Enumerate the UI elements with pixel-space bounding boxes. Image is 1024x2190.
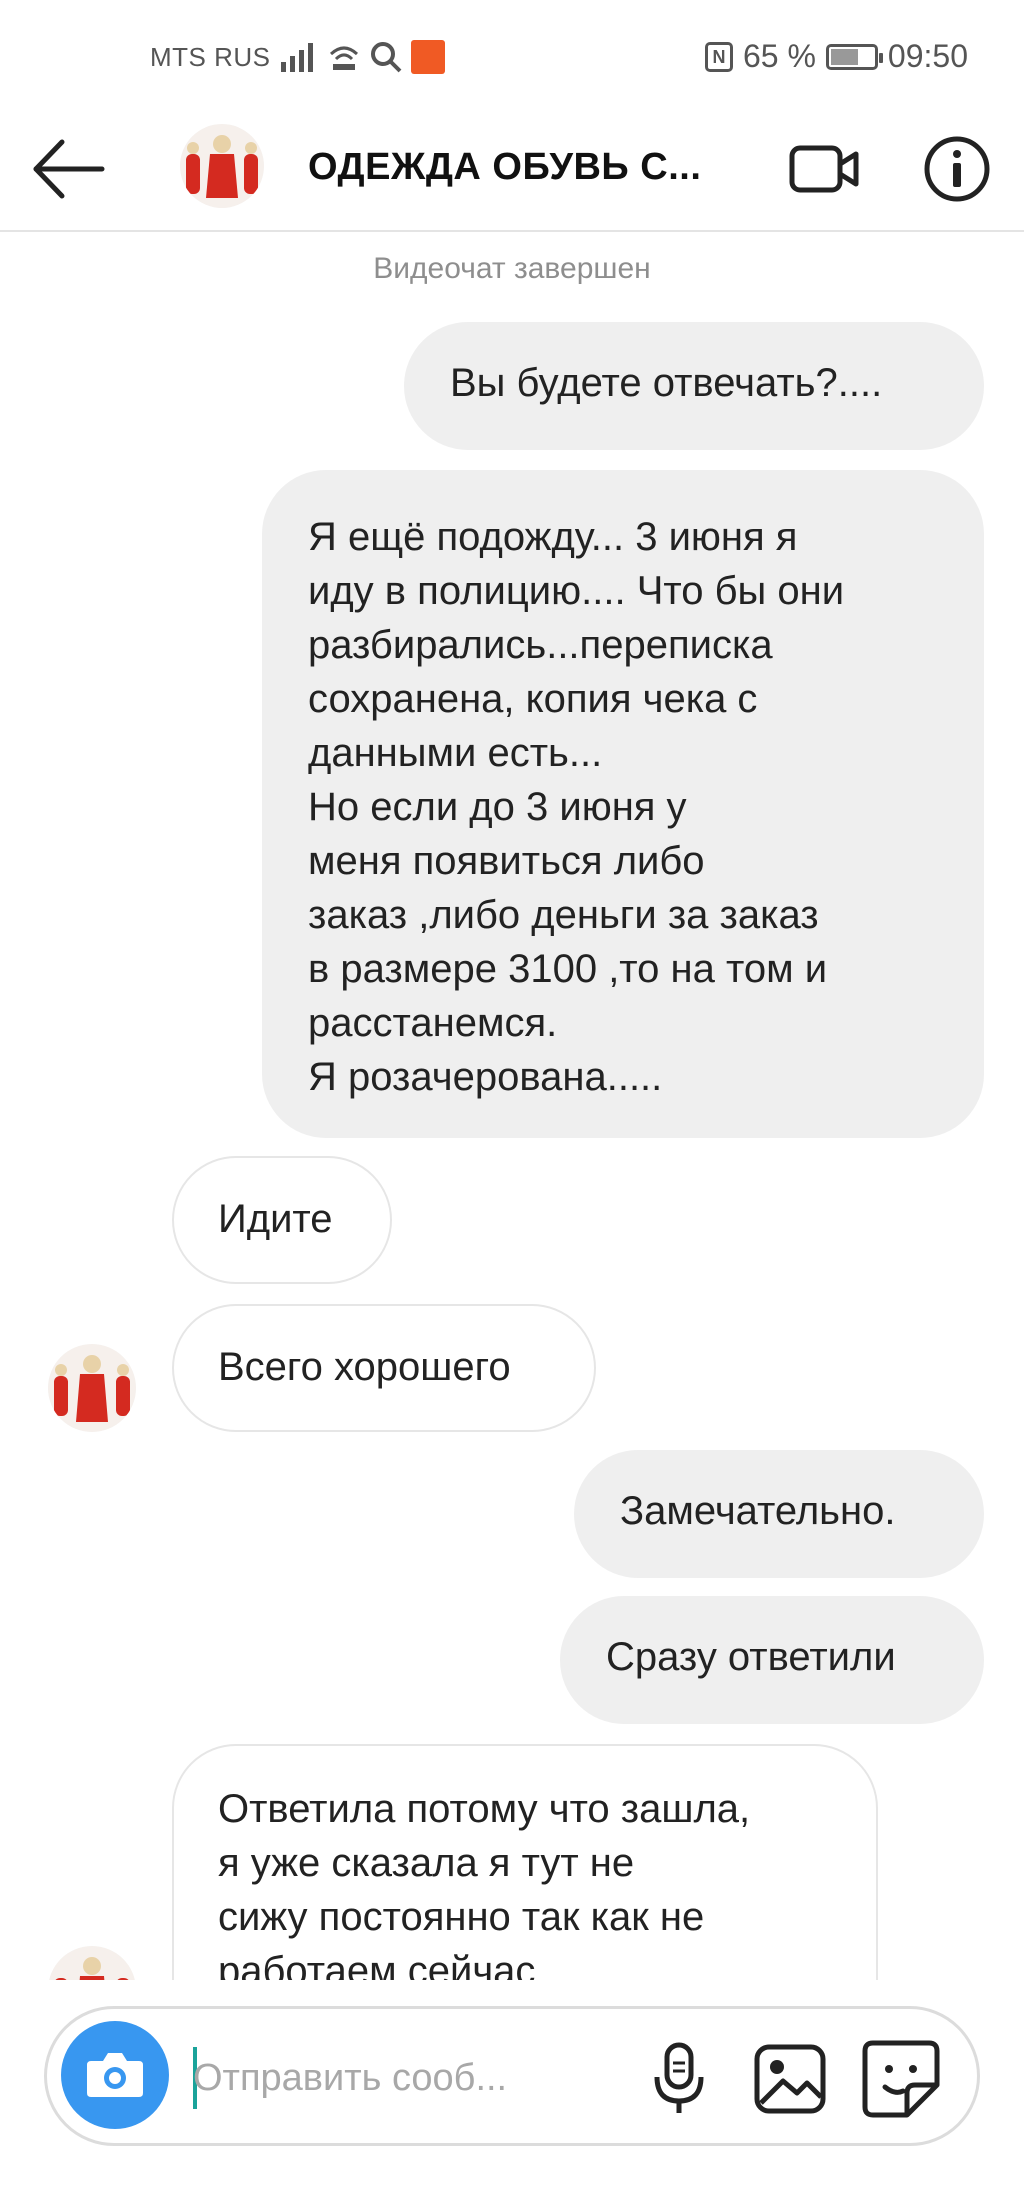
sender-avatar[interactable] <box>48 1344 136 1432</box>
message-line: иду в полицию.... Что бы они <box>308 569 845 613</box>
camera-button[interactable] <box>61 2021 169 2129</box>
message-bubble-outgoing[interactable]: Я ещё подожду... 3 июня я иду в полицию.… <box>262 470 984 1138</box>
message-line: работаем сейчас <box>218 1949 536 1980</box>
message-line: Я ещё подожду... 3 июня я <box>308 515 798 559</box>
clock: 09:50 <box>887 38 968 74</box>
message-line: расстанемся. <box>308 1001 558 1045</box>
message-line: Но если до 3 июня у <box>308 785 687 829</box>
message-line: разбирались...переписка <box>308 623 773 667</box>
search-icon <box>370 42 401 73</box>
message-thread[interactable]: Видеочат завершен Вы будете отвечать?...… <box>0 232 1024 1980</box>
nfc-icon: N <box>704 41 733 72</box>
message-bubble-outgoing[interactable]: Замечательно. <box>574 1450 984 1578</box>
status-left: MTS RUS <box>150 40 445 74</box>
dm-screen: MTS RUS N 65 % 09:50 ОДЕЖДА ОБУВЬ С... В… <box>0 0 1024 2190</box>
status-bar: MTS RUS N 65 % 09:50 <box>0 0 1024 110</box>
video-call-icon[interactable] <box>788 134 860 204</box>
message-line: я уже сказала я тут не <box>218 1841 635 1885</box>
message-text: Сразу ответили <box>606 1635 896 1679</box>
camera-icon <box>87 2053 143 2097</box>
video-chat-ended-note: Видеочат завершен <box>373 252 651 285</box>
message-text: Всего хорошего <box>218 1345 511 1389</box>
message-line: заказ ,либо деньги за заказ <box>308 893 819 937</box>
battery-level <box>830 48 858 65</box>
sender-avatar[interactable] <box>48 1946 136 1980</box>
wifi-calling-icon <box>329 46 358 70</box>
message-text: Замечательно. <box>620 1489 896 1533</box>
message-line: Я розачерована..... <box>308 1055 663 1099</box>
message-bubble-incoming[interactable]: Идите <box>172 1156 392 1284</box>
message-bubble-outgoing[interactable]: Сразу ответили <box>560 1596 984 1724</box>
gallery-icon[interactable] <box>751 2039 831 2119</box>
message-line: меня появиться либо <box>308 839 705 883</box>
microphone-icon[interactable] <box>643 2039 715 2119</box>
contact-avatar[interactable] <box>180 124 264 208</box>
message-line: Ответила потому что зашла, <box>218 1787 751 1831</box>
message-input[interactable] <box>193 2053 643 2103</box>
message-text: Идите <box>218 1197 333 1241</box>
message-bubble-incoming[interactable]: Ответила потому что зашла, я уже сказала… <box>172 1744 878 1980</box>
info-icon[interactable] <box>922 134 992 204</box>
battery-percent: 65 % <box>742 38 816 74</box>
message-line: в размере 3100 ,то на том и <box>308 947 828 991</box>
battery-icon <box>825 43 883 70</box>
sticker-icon[interactable] <box>859 2037 943 2121</box>
chat-header: ОДЕЖДА ОБУВЬ С... <box>0 110 1024 232</box>
message-line: данными есть... <box>308 731 603 775</box>
carrier-label: MTS RUS <box>150 41 271 72</box>
message-bubble-outgoing[interactable]: Вы будете отвечать?.... <box>404 322 984 450</box>
chat-title[interactable]: ОДЕЖДА ОБУВЬ С... <box>308 146 701 189</box>
message-line: сижу постоянно так как не <box>218 1895 705 1939</box>
signal-icon <box>280 43 313 72</box>
message-composer <box>44 2006 980 2146</box>
message-bubble-incoming[interactable]: Всего хорошего <box>172 1304 596 1432</box>
status-right: N 65 % 09:50 <box>704 38 968 75</box>
message-line: сохранена, копия чека с <box>308 677 758 721</box>
message-text: Вы будете отвечать?.... <box>450 361 883 405</box>
back-arrow-icon[interactable] <box>28 134 108 204</box>
aliexpress-icon <box>410 40 445 74</box>
